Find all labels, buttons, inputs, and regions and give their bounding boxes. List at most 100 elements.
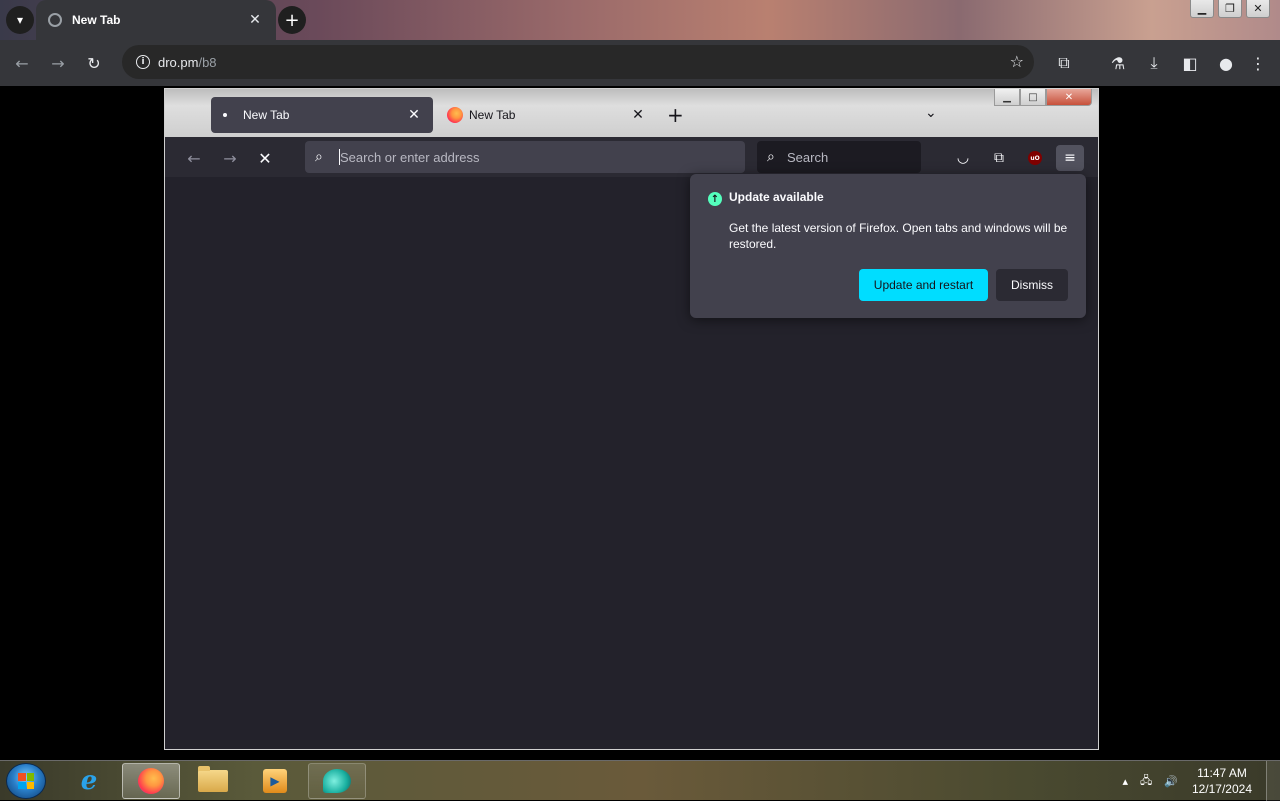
start-button[interactable] <box>6 763 46 799</box>
bird-app-icon <box>323 769 351 793</box>
plus-icon: + <box>667 103 684 127</box>
arrow-right-icon: → <box>223 148 237 168</box>
taskbar-media-player[interactable]: ▶ <box>246 763 304 799</box>
chrome-toolbar: ← → ↻ i dro.pm /b8 ☆ ⧉ ⚗ ⤓ ◧ ● ⋮ <box>0 40 1280 86</box>
omnibox[interactable]: i dro.pm /b8 ☆ <box>122 45 1034 79</box>
internet-explorer-icon: e <box>80 766 98 796</box>
url-host: dro.pm <box>158 54 199 70</box>
chevron-down-icon: ▾ <box>16 13 24 27</box>
update-doorhanger: ↑ Update available Get the latest versio… <box>690 174 1086 318</box>
ublock-button[interactable]: uO <box>1021 145 1049 171</box>
side-panel-icon: ◧ <box>1182 53 1198 73</box>
firefox-tab-active[interactable]: New Tab ✕ <box>211 97 433 133</box>
clock-time: 11:47 AM <box>1197 766 1247 780</box>
close-icon: ✕ <box>258 148 272 168</box>
pocket-icon: ◡ <box>956 150 970 166</box>
app-menu-button[interactable]: ≡ <box>1056 145 1084 171</box>
firefox-logo-icon <box>138 768 164 794</box>
downloads-button[interactable]: ⤓ <box>1142 51 1166 75</box>
chrome-titlebar: ▾ New Tab ✕ + ▁ ❐ ✕ <box>0 0 1280 40</box>
taskbar: e ▶ ▴ 🖧 🔊 11:47 AM 12/17/2024 <box>0 760 1280 801</box>
show-desktop-button[interactable] <box>1266 761 1280 801</box>
minimize-button[interactable]: ▁ <box>1190 0 1214 18</box>
globe-icon <box>48 13 62 27</box>
site-info-icon[interactable]: i <box>136 55 150 69</box>
firefox-navbar: ← → ✕ ⌕ ⌕ ◡ ⧉ uO ≡ <box>165 137 1098 177</box>
taskbar-app[interactable] <box>308 763 366 799</box>
firefox-tab-label: New Tab <box>243 108 290 122</box>
firefox-window-controls: ▁ □ ✕ <box>994 89 1092 106</box>
extensions-button[interactable]: ⧉ <box>985 145 1013 171</box>
extensions-button[interactable]: ⧉ <box>1052 51 1076 75</box>
chrome-tab-label: New Tab <box>72 13 121 27</box>
url-path: /b8 <box>198 54 217 70</box>
volume-icon[interactable]: 🔊 <box>1164 775 1178 788</box>
minimize-button[interactable]: ▁ <box>994 89 1020 106</box>
update-arrow-icon: ↑ <box>708 192 722 206</box>
hamburger-menu-icon: ≡ <box>1064 150 1076 166</box>
loading-dot-icon <box>223 113 227 117</box>
close-button[interactable]: ✕ <box>1246 0 1270 18</box>
bookmark-star-icon[interactable]: ☆ <box>1010 52 1024 71</box>
arrow-left-icon: ← <box>15 53 29 73</box>
taskbar-file-explorer[interactable] <box>184 763 242 799</box>
clock[interactable]: 11:47 AM 12/17/2024 <box>1192 765 1252 797</box>
firefox-tabstrip: New Tab ✕ New Tab ✕ + ⌄ ▁ □ ✕ <box>165 89 1098 137</box>
ublock-icon: uO <box>1028 151 1042 165</box>
window-controls: ▁ ❐ ✕ <box>1190 0 1270 18</box>
address-bar[interactable]: ⌕ <box>305 141 745 173</box>
windows-logo-icon <box>18 773 34 789</box>
arrow-right-icon: → <box>51 53 65 73</box>
close-button[interactable]: ✕ <box>1046 89 1092 106</box>
maximize-button[interactable]: □ <box>1020 89 1046 106</box>
firefox-new-tab-button[interactable]: + <box>667 103 684 127</box>
download-icon: ⤓ <box>1150 53 1158 72</box>
back-button[interactable]: ← <box>10 51 34 75</box>
show-hidden-icons-button[interactable]: ▴ <box>1122 775 1128 788</box>
stop-button[interactable]: ✕ <box>254 147 276 169</box>
close-icon[interactable]: ✕ <box>246 12 264 28</box>
forward-button[interactable]: → <box>219 147 241 169</box>
dismiss-button[interactable]: Dismiss <box>996 269 1068 301</box>
labs-button[interactable]: ⚗ <box>1106 51 1130 75</box>
search-icon: ⌕ <box>315 149 323 165</box>
firefox-logo-icon <box>447 107 463 123</box>
flask-icon: ⚗ <box>1110 53 1126 73</box>
search-icon: ⌕ <box>767 149 775 165</box>
profile-button[interactable]: ● <box>1214 51 1238 75</box>
search-bar[interactable]: ⌕ <box>757 141 921 173</box>
firefox-tab-label: New Tab <box>469 108 516 122</box>
update-and-restart-button[interactable]: Update and restart <box>859 269 988 301</box>
taskbar-internet-explorer[interactable]: e <box>60 763 118 799</box>
side-panel-button[interactable]: ◧ <box>1178 51 1202 75</box>
chrome-menu-button[interactable]: ⋮ <box>1246 51 1270 75</box>
folder-icon <box>198 766 228 792</box>
reload-button[interactable]: ↻ <box>82 51 106 75</box>
reload-icon: ↻ <box>87 53 101 73</box>
restore-button[interactable]: ❐ <box>1218 0 1242 18</box>
forward-button[interactable]: → <box>46 51 70 75</box>
system-tray: ▴ 🖧 🔊 11:47 AM 12/17/2024 <box>1116 761 1280 801</box>
close-icon[interactable]: ✕ <box>405 107 423 123</box>
back-button[interactable]: ← <box>183 147 205 169</box>
chrome-tab[interactable]: New Tab ✕ <box>36 0 276 40</box>
close-icon[interactable]: ✕ <box>629 107 647 123</box>
update-message: Get the latest version of Firefox. Open … <box>729 221 1068 251</box>
firefox-tab[interactable]: New Tab ✕ <box>437 97 657 133</box>
taskbar-firefox[interactable] <box>122 763 180 799</box>
address-input[interactable] <box>340 149 730 165</box>
plus-icon: + <box>284 9 300 31</box>
tab-search-button[interactable]: ▾ <box>6 6 34 34</box>
list-all-tabs-button[interactable]: ⌄ <box>925 105 937 121</box>
puzzle-icon: ⧉ <box>994 150 1004 166</box>
avatar-icon: ● <box>1219 53 1233 73</box>
new-tab-button[interactable]: + <box>278 6 306 34</box>
puzzle-icon: ⧉ <box>1058 53 1070 72</box>
network-icon[interactable]: 🖧 <box>1140 772 1152 791</box>
pocket-button[interactable]: ◡ <box>949 145 977 171</box>
search-input[interactable] <box>787 149 917 165</box>
media-player-icon: ▶ <box>263 769 287 793</box>
arrow-left-icon: ← <box>187 148 201 168</box>
kebab-menu-icon: ⋮ <box>1250 53 1266 73</box>
update-title: Update available <box>729 190 824 204</box>
